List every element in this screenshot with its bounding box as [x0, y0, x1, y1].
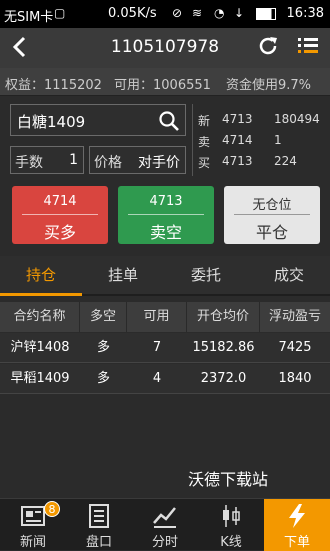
download-icon: ↓ [234, 6, 245, 20]
nav-place-order[interactable]: 下单 [264, 499, 330, 551]
price-value: 对手价 [138, 155, 180, 171]
quote-side: 新 [198, 114, 211, 128]
watermark-text: 沃德下载站 [188, 470, 269, 489]
battery-icon [256, 8, 276, 20]
no-signal-icon: ⊘ [172, 6, 183, 20]
chevron-left-icon [12, 36, 26, 58]
close-position-button[interactable]: 无仓位 平仓 [224, 186, 320, 244]
buy-label: 买多 [43, 223, 76, 242]
sim-icon: ▢ [54, 6, 66, 20]
newspaper-icon [21, 506, 45, 526]
buy-long-button[interactable]: 4714 买多 [12, 186, 108, 244]
column-header: 浮动盈亏 [268, 309, 321, 324]
tab-positions[interactable]: 持仓 [0, 256, 82, 296]
refresh-icon [259, 37, 277, 55]
candlestick-icon [223, 505, 240, 527]
nav-timeshare[interactable]: 分时 [132, 499, 198, 551]
line-chart-icon [153, 507, 176, 528]
divider [128, 214, 204, 215]
quote-price: 4713 [222, 112, 253, 126]
close-label: 平仓 [255, 223, 288, 242]
table-row[interactable]: 沪锌1408 多 7 15182.86 7425 [0, 333, 330, 363]
alarm-icon: ◔ [214, 6, 225, 20]
divider [22, 214, 98, 215]
quote-volume: 224 [274, 154, 297, 168]
lightning-icon [289, 504, 305, 528]
list-menu-icon [298, 38, 318, 53]
quote-volume: 1 [274, 133, 282, 147]
quote-side: 卖 [198, 135, 211, 149]
nav-label: 分时 [151, 535, 178, 550]
table-row[interactable]: 早稻1409 多 4 2372.0 1840 [0, 364, 330, 394]
nav-market-depth[interactable]: 盘口 [66, 499, 132, 551]
direction: 多 [96, 340, 110, 355]
bottom-nav: 8 新闻 盘口 分时 K线 下单 [0, 498, 330, 551]
direction: 多 [96, 371, 110, 386]
menu-button[interactable] [296, 34, 320, 58]
account-number-title: 1105107978 [110, 37, 220, 57]
column-header: 开仓均价 [187, 302, 260, 332]
tab-orders[interactable]: 委托 [165, 256, 247, 296]
close-status: 无仓位 [252, 198, 292, 213]
available-qty: 4 [152, 371, 162, 386]
status-bar: 无SIM卡 ▢ 0.05K/s ⊘ ≋ ◔ ↓ 16:38 [0, 0, 330, 28]
account-summary: 权益：1115202 可用：1006551 资金使用9.7% [0, 68, 330, 96]
floating-pnl: 1840 [278, 371, 312, 386]
title-bar: 1105107978 [0, 28, 330, 68]
quantity-label: 手数 [15, 155, 43, 171]
symbol-input[interactable]: 白糖1409 [10, 104, 186, 136]
price-label: 价格 [94, 155, 122, 171]
available-qty: 7 [152, 340, 162, 355]
quote-panel: 新 4713 180494 卖 4714 1 买 4713 224 [194, 106, 324, 176]
wifi-icon: ≋ [192, 6, 203, 20]
quote-row-ask: 卖 4714 1 [194, 133, 324, 151]
back-button[interactable] [10, 32, 32, 64]
fund-usage-text: 资金使用9.7% [226, 78, 312, 93]
network-speed: 0.05K/s [108, 6, 157, 21]
contract-name: 早稻1409 [10, 371, 70, 386]
sell-price: 4713 [149, 194, 183, 209]
nav-label: 盘口 [85, 535, 112, 550]
contract-name: 沪锌1408 [10, 340, 70, 355]
available-text: 可用：1006551 [114, 78, 211, 93]
nav-label: 新闻 [19, 535, 46, 550]
floating-pnl: 7425 [278, 340, 312, 355]
sell-label: 卖空 [149, 223, 182, 242]
column-header: 合约名称 [0, 302, 80, 332]
nav-label: K线 [220, 535, 242, 550]
nav-news[interactable]: 8 新闻 [0, 499, 66, 551]
price-field[interactable]: 价格 对手价 [89, 146, 186, 174]
quote-price: 4714 [222, 133, 253, 147]
divider [234, 214, 310, 215]
sell-short-button[interactable]: 4713 卖空 [118, 186, 214, 244]
column-header: 可用 [127, 302, 187, 332]
quote-side: 买 [198, 156, 211, 170]
equity-text: 权益：1115202 [5, 78, 102, 93]
quantity-field[interactable]: 手数 1 [10, 146, 84, 174]
refresh-button[interactable] [256, 34, 280, 58]
news-badge: 8 [44, 501, 60, 517]
table-header: 合约名称 多空 可用 开仓均价 浮动盈亏 [0, 302, 330, 332]
quote-row-last: 新 4713 180494 [194, 112, 324, 130]
tab-trades[interactable]: 成交 [248, 256, 330, 296]
symbol-value: 白糖1409 [17, 113, 86, 131]
quote-price: 4713 [222, 154, 253, 168]
quantity-value: 1 [69, 152, 78, 168]
avg-open-price: 15182.86 [192, 340, 255, 355]
quote-volume: 180494 [274, 112, 320, 126]
tab-bar: 持仓 挂单 委托 成交 [0, 256, 330, 296]
nav-label: 下单 [283, 535, 310, 550]
search-icon[interactable] [158, 110, 180, 132]
buy-price: 4714 [43, 194, 77, 209]
nav-kline[interactable]: K线 [198, 499, 264, 551]
divider [192, 104, 193, 176]
column-header: 多空 [80, 302, 127, 332]
tab-pending-orders[interactable]: 挂单 [82, 256, 164, 296]
carrier-text: 无SIM卡 [4, 10, 54, 25]
avg-open-price: 2372.0 [200, 371, 247, 386]
document-list-icon [89, 504, 109, 528]
quote-row-bid: 买 4713 224 [194, 154, 324, 172]
clock: 16:38 [286, 6, 324, 21]
